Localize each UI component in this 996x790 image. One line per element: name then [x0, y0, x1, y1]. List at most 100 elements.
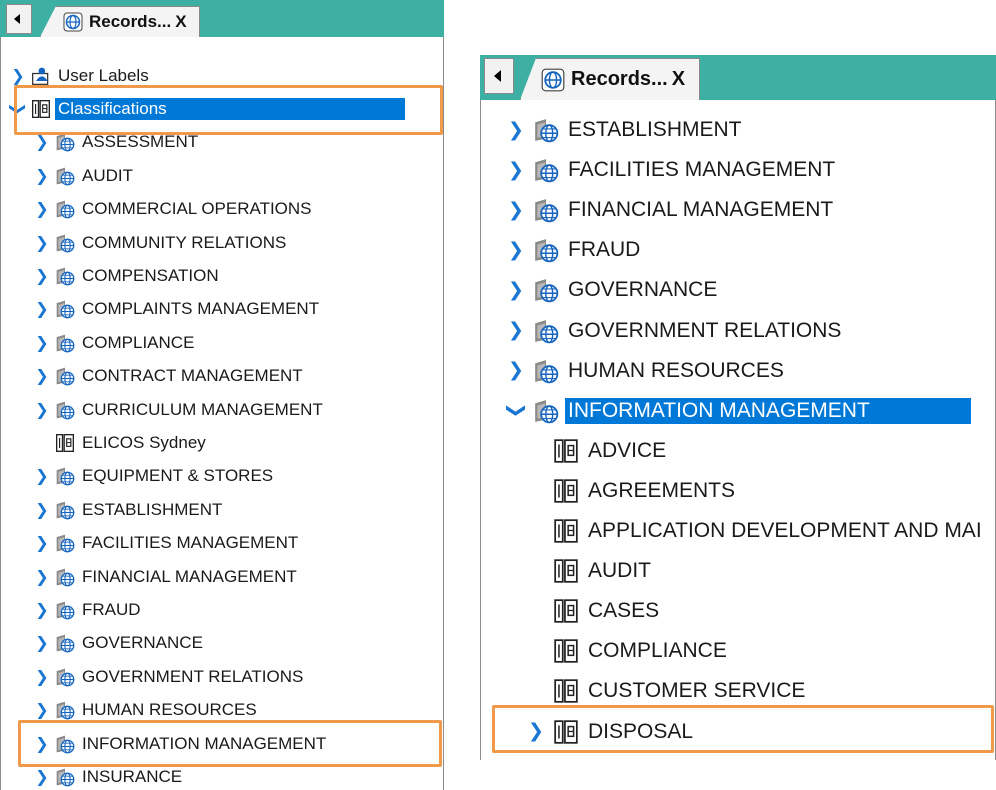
classification-book-icon — [553, 678, 579, 704]
globe-icon — [541, 68, 565, 92]
expand-chevron-icon[interactable]: ❯ — [33, 266, 51, 286]
tree-node-label: HUMAN RESOURCES — [568, 358, 784, 382]
expand-chevron-icon[interactable]: ❯ — [33, 600, 51, 620]
tree-node-label: INFORMATION MANAGEMENT — [565, 397, 971, 424]
tree-node[interactable]: AUDIT — [525, 551, 654, 591]
classification-globe-icon — [533, 117, 559, 143]
classification-globe-icon — [55, 633, 75, 653]
tree-node[interactable]: ❯ EQUIPMENT & STORES — [33, 460, 276, 493]
expand-chevron-icon[interactable]: ❯ — [505, 119, 527, 142]
expand-chevron-icon[interactable]: ❯ — [505, 199, 527, 222]
classification-globe-icon — [533, 398, 559, 424]
expand-chevron-icon[interactable]: ❯ — [33, 500, 51, 520]
tree-node[interactable]: ❯ ESTABLISHMENT — [33, 493, 225, 526]
expand-chevron-icon[interactable]: ❯ — [33, 366, 51, 386]
expand-chevron-icon[interactable]: ❯ — [525, 720, 547, 743]
tree-node[interactable]: ❯ INSURANCE — [33, 760, 185, 790]
tree-node[interactable]: CASES — [525, 591, 662, 631]
classification-globe-icon — [533, 237, 559, 263]
tree-node[interactable]: AGREEMENTS — [525, 471, 738, 511]
tab-close-button[interactable]: X — [175, 12, 186, 32]
tree-node[interactable]: ❯ FINANCIAL MANAGEMENT — [33, 560, 300, 593]
expand-chevron-icon[interactable]: ❯ — [33, 166, 51, 186]
expand-chevron-icon[interactable]: ❯ — [505, 159, 527, 182]
expand-chevron-icon[interactable]: ❯ — [33, 767, 51, 787]
expand-chevron-icon[interactable]: ❯ — [33, 466, 51, 486]
tree-node[interactable]: ❯ FRAUD — [505, 230, 643, 270]
expand-chevron-icon[interactable]: ❯ — [33, 333, 51, 353]
classification-book-icon — [55, 433, 75, 453]
tree-node[interactable]: ELICOS Sydney — [33, 426, 209, 459]
tree-node[interactable]: ❯ CURRICULUM MANAGEMENT — [33, 393, 326, 426]
tree-node[interactable]: ❯ HUMAN RESOURCES — [33, 694, 260, 727]
tree-node[interactable]: ❯ COMPENSATION — [33, 259, 222, 292]
tab-title: Records... — [89, 12, 172, 31]
tree-node[interactable]: ❯ GOVERNMENT RELATIONS — [505, 311, 844, 351]
tree-node[interactable]: ❯ CONTRACT MANAGEMENT — [33, 360, 306, 393]
tab-close-button[interactable]: X — [672, 68, 685, 91]
expand-chevron-icon[interactable]: ❯ — [33, 533, 51, 553]
tree-node[interactable]: ❯ FINANCIAL MANAGEMENT — [505, 190, 836, 230]
tree-node-label: FACILITIES MANAGEMENT — [82, 533, 299, 553]
expand-chevron-icon[interactable]: ❯ — [505, 239, 527, 262]
expand-chevron-icon[interactable]: ❯ — [33, 400, 51, 420]
tree-node-label: CUSTOMER SERVICE — [588, 679, 806, 703]
tree-node[interactable]: ❯ FACILITIES MANAGEMENT — [505, 150, 838, 190]
tree-node-label: FINANCIAL MANAGEMENT — [82, 566, 297, 586]
expand-chevron-icon[interactable]: ❯ — [33, 667, 51, 687]
right-records-panel: Records... X ❯ ESTABLISHMENT ❯ FACILITIES… — [480, 0, 996, 760]
tree-node-label: COMPENSATION — [82, 265, 219, 285]
tree-node[interactable]: ❯ COMPLIANCE — [33, 326, 197, 359]
expand-chevron-icon[interactable]: ❯ — [33, 700, 51, 720]
tree-node-label: FACILITIES MANAGEMENT — [568, 158, 836, 182]
tree-node[interactable]: ADVICE — [525, 431, 669, 471]
tree-node[interactable]: ❯ GOVERNANCE — [505, 270, 720, 310]
collapse-chevron-icon[interactable]: ❯ — [505, 400, 528, 422]
tree-node[interactable]: ❯ COMMUNITY RELATIONS — [33, 226, 289, 259]
expand-chevron-icon[interactable]: ❯ — [33, 299, 51, 319]
collapse-chevron-icon[interactable]: ❯ — [8, 100, 28, 118]
tab-records[interactable]: Records... X — [40, 6, 200, 37]
expand-chevron-icon[interactable]: ❯ — [33, 233, 51, 253]
expand-chevron-icon[interactable]: ❯ — [505, 279, 527, 302]
tree-node-label: Classifications — [55, 97, 405, 120]
tree-node[interactable]: CUSTOMER SERVICE — [525, 671, 808, 711]
tree-node[interactable]: ❯ HUMAN RESOURCES — [505, 351, 787, 391]
tree-node[interactable]: ❯ AUDIT — [33, 159, 136, 192]
classification-globe-icon — [55, 734, 75, 754]
tree-node[interactable]: ❯ COMMERCIAL OPERATIONS — [33, 193, 315, 226]
tab-records[interactable]: Records... X — [520, 58, 700, 100]
expand-chevron-icon[interactable]: ❯ — [33, 199, 51, 219]
tree-node[interactable]: ❯ FACILITIES MANAGEMENT — [33, 527, 301, 560]
tree-node[interactable]: ❯ ESTABLISHMENT — [505, 110, 744, 150]
tree-node[interactable]: ❯ INFORMATION MANAGEMENT — [505, 391, 971, 431]
tree-node[interactable]: ❯ ASSESSMENT — [33, 126, 201, 159]
tree-node-label: ESTABLISHMENT — [82, 499, 223, 519]
tree-node[interactable]: ❯ FRAUD — [33, 593, 144, 626]
tree-node-label: AUDIT — [588, 559, 651, 583]
tree-node[interactable]: ❯ INFORMATION MANAGEMENT — [33, 727, 329, 760]
globe-icon — [63, 12, 83, 32]
scroll-tabs-left-button[interactable] — [484, 58, 514, 94]
scroll-tabs-left-button[interactable] — [6, 4, 32, 34]
classification-globe-icon — [55, 132, 75, 152]
tree-node[interactable]: APPLICATION DEVELOPMENT AND MAI — [525, 511, 985, 551]
tree-node[interactable]: COMPLIANCE — [525, 631, 730, 671]
classification-globe-icon — [55, 299, 75, 319]
expand-chevron-icon[interactable]: ❯ — [33, 633, 51, 653]
tree-node-label: COMMERCIAL OPERATIONS — [82, 199, 312, 219]
tree-node[interactable]: ❯ DISPOSAL — [525, 712, 696, 752]
expand-chevron-icon[interactable]: ❯ — [33, 734, 51, 754]
classification-tree: ❯ User Labels ❯ Classifications ❯ ASSESSME… — [0, 37, 444, 790]
left-records-panel: Records... X ❯ User Labels ❯ Classificati… — [0, 0, 444, 790]
expand-chevron-icon[interactable]: ❯ — [505, 319, 527, 342]
expand-chevron-icon[interactable]: ❯ — [9, 66, 27, 86]
tree-node[interactable]: ❯ Classifications — [9, 92, 405, 125]
expand-chevron-icon[interactable]: ❯ — [33, 132, 51, 152]
expand-chevron-icon[interactable]: ❯ — [505, 359, 527, 382]
tree-node[interactable]: ❯ User Labels — [9, 59, 152, 92]
expand-chevron-icon[interactable]: ❯ — [33, 567, 51, 587]
tree-node[interactable]: ❯ GOVERNANCE — [33, 627, 206, 660]
tree-node[interactable]: ❯ COMPLAINTS MANAGEMENT — [33, 293, 322, 326]
tree-node[interactable]: ❯ GOVERNMENT RELATIONS — [33, 660, 306, 693]
